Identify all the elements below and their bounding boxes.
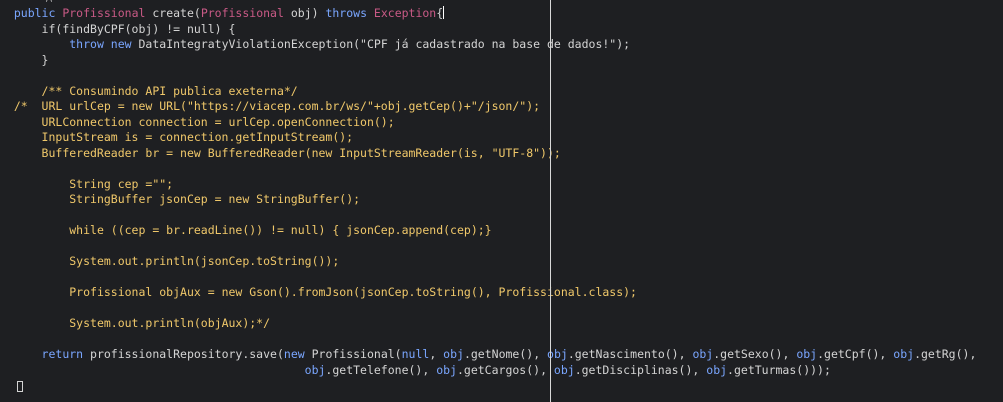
code-token: { (436, 6, 444, 20)
code-token: obj (692, 347, 714, 361)
code-line[interactable]: if(findByCPF(obj) != null) { (0, 22, 976, 38)
code-line[interactable]: URLConnection connection = urlCep.openCo… (0, 115, 976, 131)
code-editor[interactable]: ⌒ public Profissional create(Profissiona… (0, 0, 1003, 402)
code-token: obj (796, 347, 818, 361)
code-token: URLConnection connection = urlCep.openCo… (41, 114, 395, 129)
code-token: Exception (373, 6, 437, 20)
code-token: /* URL urlCep = new URL("https://viacep.… (13, 99, 541, 113)
code-line[interactable]: /** Consumindo API publica exeterna*/ (0, 84, 976, 100)
code-line[interactable]: InputStream is = connection.getInputStre… (0, 130, 976, 146)
code-token: throws (325, 6, 374, 20)
code-line[interactable]: String cep =""; (0, 177, 976, 193)
code-token: obj (893, 347, 915, 361)
code-line[interactable]: System.out.println(jsonCep.toString()); (0, 254, 976, 270)
code-token: throw new (69, 37, 139, 51)
previous-line-fragment: ⌒ (46, 0, 52, 3)
code-line[interactable]: BufferedReader br = new BufferedReader(n… (0, 146, 976, 162)
code-token: Profissional( (311, 347, 402, 361)
code-token: create( (152, 6, 201, 20)
code-token: , (429, 347, 444, 361)
text-caret (443, 6, 445, 19)
code-token: .getRg(), (914, 347, 977, 361)
code-token: public (13, 6, 63, 20)
code-token: obj) (290, 6, 326, 20)
code-token: System.out.println(jsonCep.toString()); (69, 254, 340, 268)
code-token: .getTurmas())); (727, 362, 831, 377)
code-line[interactable]: StringBuffer jsonCep = new StringBuffer(… (0, 192, 976, 208)
code-line[interactable]: obj.getTelefone(), obj.getCargos(), obj.… (0, 363, 976, 379)
code-token: profissionalRepository.save( (90, 347, 284, 361)
code-line[interactable]: while ((cep = br.readLine()) != null) { … (0, 223, 976, 239)
code-token: .getNome(), (463, 347, 548, 361)
code-token: obj (553, 362, 575, 377)
code-token: InputStream is = connection.getInputStre… (41, 130, 354, 144)
code-token: Profissional objAux = new Gson().fromJso… (69, 285, 637, 299)
code-line[interactable] (0, 208, 976, 224)
code-line[interactable]: return profissionalRepository.save(new P… (0, 347, 977, 363)
code-token: /** Consumindo API publica exeterna*/ (41, 83, 298, 98)
code-line[interactable] (0, 68, 976, 84)
code-token: .getNascimento(), (567, 347, 693, 361)
code-token: Profissional (62, 6, 153, 20)
code-line[interactable]: public Profissional create(Profissional … (0, 6, 976, 22)
code-line[interactable]: } (0, 53, 976, 69)
code-token: System.out.println(objAux);*/ (69, 316, 271, 330)
code-token: .getCargos(), (456, 362, 554, 377)
code-line[interactable]: System.out.println(objAux);*/ (0, 316, 976, 332)
code-token: BufferedReader br = new BufferedReader(n… (41, 145, 561, 160)
code-line[interactable] (0, 301, 976, 317)
code-area[interactable]: public Profissional create( Profissional … (0, 6, 976, 378)
code-token: obj (443, 347, 464, 361)
code-token: String cep =""; (69, 176, 174, 191)
code-token: return (41, 347, 91, 361)
code-token: obj (304, 362, 326, 377)
code-token: .getSexo(), (713, 347, 797, 361)
code-token: if(findByCPF(obj) != null) { (41, 21, 236, 36)
text-cursor-icon (17, 381, 23, 392)
column-guide-line (550, 0, 551, 402)
code-token: obj (436, 362, 457, 377)
code-token: .getDisciplinas(), (574, 362, 707, 377)
code-token: .getTelefone(), (325, 362, 437, 377)
code-token: .getCpf(), (817, 347, 894, 361)
code-line[interactable] (0, 332, 976, 348)
code-token: Profissional (200, 6, 291, 20)
code-line[interactable]: /* URL urlCep = new URL("https://viacep.… (0, 99, 976, 115)
code-token: while ((cep = br.readLine()) != null) { … (69, 223, 492, 237)
code-line[interactable]: throw new DataIntegratyViolationExceptio… (0, 37, 976, 53)
code-line[interactable] (0, 239, 976, 255)
code-token: obj (706, 362, 728, 377)
code-token: null (401, 347, 430, 361)
code-token: DataIntegratyViolationException("CPF já … (138, 37, 631, 51)
code-line[interactable] (0, 161, 976, 177)
code-token: new (283, 347, 312, 361)
code-token: StringBuffer jsonCep = new StringBuffer(… (69, 192, 361, 206)
code-line[interactable] (0, 270, 976, 286)
code-line[interactable]: Profissional objAux = new Gson().fromJso… (0, 285, 976, 301)
code-token: } (41, 52, 49, 67)
